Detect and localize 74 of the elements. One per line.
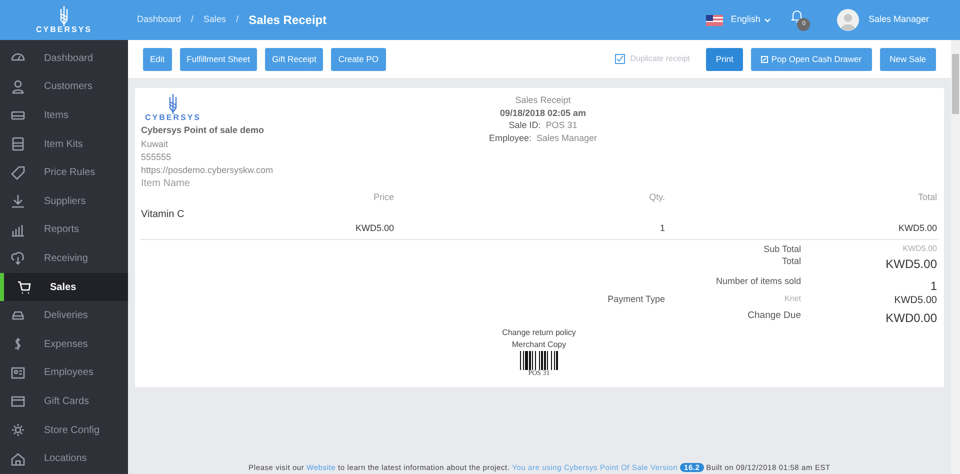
barcode-icon: [520, 350, 558, 370]
payment-type: Knet: [784, 292, 801, 304]
sidebar-item[interactable]: Price Rules: [0, 158, 128, 187]
meta-value: Sales Manager: [536, 132, 598, 144]
copy-label: Merchant Copy: [512, 338, 566, 350]
logo-text: CYBERSYS: [36, 26, 92, 34]
column-header: Item Name: [141, 176, 191, 190]
summary-value: 1: [930, 278, 937, 294]
summary-label: Change Due: [748, 308, 801, 322]
item-name: Vitamin C: [141, 208, 186, 222]
page-title: Sales Receipt: [248, 12, 327, 29]
toolbar-button[interactable]: New Sale: [880, 48, 936, 70]
logo-text: CYBERSYS: [145, 114, 202, 122]
toolbar-button[interactable]: Pop Open Cash Drawer: [751, 48, 872, 70]
breadcrumb-link[interactable]: Sales: [204, 13, 226, 27]
column-header: Qty.: [649, 190, 665, 204]
address-line: Kuwait: [141, 138, 168, 150]
table-cell-text: 1: [660, 222, 665, 235]
receipt-title: Sales Receipt: [515, 94, 571, 106]
sidebar-item[interactable]: Item Kits: [0, 130, 128, 158]
sidebar-item[interactable]: Gift Cards: [0, 387, 128, 416]
sidebar-item[interactable]: Customers: [0, 72, 128, 102]
column-header: Price: [373, 190, 394, 204]
toolbar-button[interactable]: Gift Receipt: [264, 48, 324, 70]
sidebar-item[interactable]: Sales: [0, 272, 128, 302]
toolbar-button[interactable]: Create PO: [331, 48, 386, 70]
sidebar-item[interactable]: Store Config: [0, 416, 128, 444]
company-name: Cybersys Point of sale demo: [141, 124, 264, 137]
meta-value: POS 31: [546, 119, 578, 132]
receipt-date: 09/18/2018 02:05 am: [500, 106, 586, 119]
sidebar-item[interactable]: Employees: [0, 358, 128, 388]
sidebar-item[interactable]: Dashboard: [0, 44, 128, 73]
meta-label: Sale ID:: [508, 119, 541, 132]
sidebar-item[interactable]: Items: [0, 101, 128, 130]
sidebar-item[interactable]: Suppliers: [0, 186, 128, 216]
sidebar-item[interactable]: Locations: [0, 444, 128, 473]
toolbar-button[interactable]: Edit: [143, 48, 172, 70]
sidebar-item[interactable]: Deliveries: [0, 301, 128, 330]
scrollbar[interactable]: [951, 40, 960, 474]
flag-icon: [706, 14, 723, 26]
summary-label: Number of items sold: [716, 274, 801, 288]
check-icon: [616, 55, 624, 63]
summary-value: KWD5.00: [902, 242, 937, 254]
breadcrumb-separator: /: [190, 13, 195, 26]
checkbox-label: Duplicate receipt: [630, 53, 690, 65]
breadcrumb-link[interactable]: Dashboard: [137, 13, 182, 27]
toolbar-button[interactable]: Print: [706, 48, 744, 70]
summary-value: KWD5.00: [894, 294, 937, 308]
sidebar-item[interactable]: Reports: [0, 216, 128, 244]
user-name[interactable]: Sales Manager: [868, 13, 929, 27]
edit-icon: [761, 56, 768, 62]
logo-icon: [168, 94, 178, 114]
sidebar-item[interactable]: Expenses: [0, 330, 128, 359]
checkbox[interactable]: [615, 54, 626, 64]
summary-value: KWD0.00: [886, 310, 937, 326]
meta-label: Employee:: [488, 132, 532, 144]
logo-icon: [58, 6, 69, 26]
table-cell-text: KWD5.00: [898, 222, 937, 235]
summary-value: KWD5.00: [886, 256, 937, 272]
return-policy: Change return policy: [502, 326, 576, 338]
language-dropdown[interactable]: English: [730, 13, 772, 27]
table-cell-text: KWD5.00: [355, 222, 394, 235]
sidebar-item[interactable]: Receiving: [0, 244, 128, 273]
summary-label: Payment Type: [608, 292, 665, 306]
address-line: 555555: [141, 150, 172, 164]
toolbar-button[interactable]: Fulfillment Sheet: [180, 48, 257, 70]
address-line: https://posdemo.cybersyskw.com: [141, 164, 274, 176]
bell-icon[interactable]: [791, 9, 804, 23]
avatar-icon[interactable]: [837, 9, 860, 31]
breadcrumb-separator: /: [235, 13, 240, 26]
summary-label: Total: [782, 254, 801, 268]
summary-label: Sub Total: [764, 242, 801, 256]
caret-icon: [764, 18, 772, 22]
column-header: Total: [918, 190, 937, 204]
